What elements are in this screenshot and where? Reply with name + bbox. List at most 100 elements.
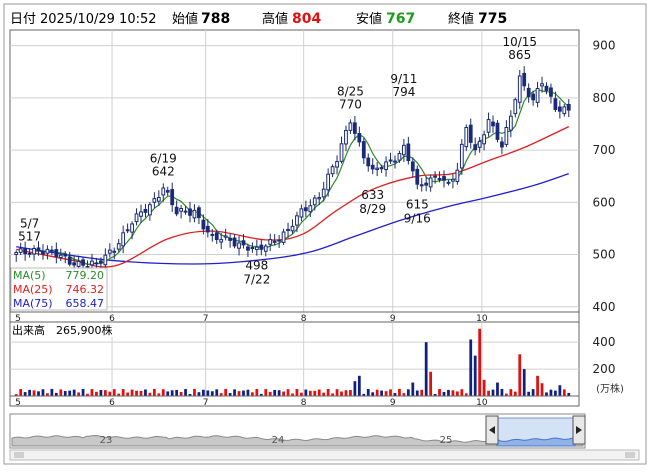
volume-bar: [206, 390, 210, 396]
legend-ma5-value: 779.20: [66, 269, 105, 282]
close-value: 775: [478, 11, 507, 27]
volume-bar: [130, 389, 134, 396]
candle-down: [544, 85, 549, 91]
candle-up: [58, 254, 63, 259]
volume-bar: [295, 388, 299, 396]
volume-y-tick-label: 200: [593, 362, 616, 376]
candle-up: [339, 143, 344, 162]
volume-bar: [286, 389, 290, 396]
candle-down: [379, 166, 384, 170]
price-y-tick-label: 700: [593, 143, 616, 157]
volume-header-label: 出来高: [12, 323, 45, 337]
legend-ma75-name: MA(75): [13, 297, 53, 310]
candle-down: [143, 208, 148, 213]
candle-up: [286, 228, 290, 232]
volume-bar: [264, 389, 268, 396]
candle-up: [317, 197, 322, 200]
scrollbar-right-arrow[interactable]: [625, 452, 635, 458]
candle-up: [397, 153, 402, 161]
navigator-handle-right[interactable]: [572, 415, 586, 445]
candle-up: [148, 204, 152, 216]
candle-up: [112, 250, 117, 253]
volume-bar: [527, 391, 531, 396]
volume-x-axis-band: [9, 395, 580, 407]
volume-bar: [273, 389, 277, 396]
price-y-tick-label: 800: [593, 91, 616, 105]
candle-down: [433, 175, 437, 178]
legend-ma5-name: MA(5): [13, 269, 46, 282]
volume-bar: [237, 391, 241, 396]
navigator-handle-left[interactable]: [485, 415, 499, 445]
candle-down: [468, 124, 473, 143]
candle-down: [197, 207, 201, 219]
date-value: 2025/10/29 10:52: [40, 12, 157, 27]
volume-bar: [398, 388, 401, 396]
volume-bar: [59, 389, 63, 396]
stock-chart: 日付 2025/10/29 10:52 始値 788 高値 804 安値 767…: [0, 0, 653, 470]
range-navigator[interactable]: 23 24 25: [9, 413, 586, 449]
volume-bar: [313, 390, 317, 396]
volume-bar: [215, 389, 219, 396]
volume-bar: [126, 392, 130, 396]
candle-down: [246, 246, 250, 251]
ma-legend: MA(5) 779.20 MA(25) 746.32 MA(75) 658.47: [10, 267, 108, 311]
volume-bar: [513, 391, 517, 396]
volume-unit: (万株): [596, 382, 624, 395]
candle-up: [344, 129, 348, 145]
volume-bar: [442, 391, 446, 396]
candle-up: [85, 266, 90, 269]
scrollbar-left-arrow[interactable]: [14, 452, 24, 458]
candle-down: [210, 233, 215, 236]
volume-bar: [170, 390, 174, 396]
legend-ma25-value: 746.32: [66, 283, 105, 296]
annotation-date: 498: [245, 259, 268, 273]
volume-bar: [429, 371, 433, 396]
volume-bar: [415, 390, 419, 396]
volume-bar: [179, 391, 183, 396]
candle-down: [473, 144, 478, 151]
volume-bar: [531, 389, 535, 396]
candle-up: [299, 208, 304, 218]
volume-bar: [447, 389, 450, 396]
candle-up: [103, 254, 108, 266]
candle-up: [116, 243, 121, 250]
volume-bar: [90, 389, 94, 396]
volume-bar: [473, 355, 477, 396]
candle-up: [237, 242, 241, 249]
candle-up: [107, 249, 112, 254]
annotation-value: 794: [392, 85, 415, 99]
volume-bar: [99, 390, 103, 396]
volume-bar: [201, 389, 205, 396]
legend-ma75-value: 658.47: [66, 297, 105, 310]
annotation-date: 9/11: [390, 72, 417, 86]
volume-bar: [112, 389, 116, 396]
low-label: 安値: [356, 11, 382, 27]
candle-down: [370, 164, 375, 170]
volume-bar: [384, 391, 388, 396]
volume-bar: [233, 389, 236, 396]
volume-bar: [478, 328, 482, 396]
candle-down: [259, 244, 264, 250]
volume-bar: [193, 389, 196, 396]
navigator-scrollbar[interactable]: [9, 449, 640, 461]
price-y-tick-label: 400: [593, 300, 616, 314]
date-label: 日付: [10, 12, 36, 27]
candle-up: [419, 184, 424, 187]
candle-up: [254, 246, 259, 251]
volume-bar: [344, 390, 348, 396]
candle-down: [557, 106, 562, 112]
candle-up: [459, 143, 464, 169]
candle-up: [90, 260, 94, 266]
candle-up: [535, 87, 540, 103]
candle-up: [562, 106, 567, 115]
candle-up: [330, 166, 335, 175]
volume-bar: [420, 389, 424, 396]
volume-x-tick-label: 10: [476, 398, 488, 408]
volume-bar: [353, 381, 357, 396]
volume-bar: [500, 388, 504, 396]
volume-bar: [317, 389, 321, 396]
annotation-date: 615: [406, 198, 429, 212]
volume-x-tick-label: 6: [109, 398, 115, 408]
candle-up: [451, 178, 455, 182]
candle-down: [353, 122, 357, 134]
